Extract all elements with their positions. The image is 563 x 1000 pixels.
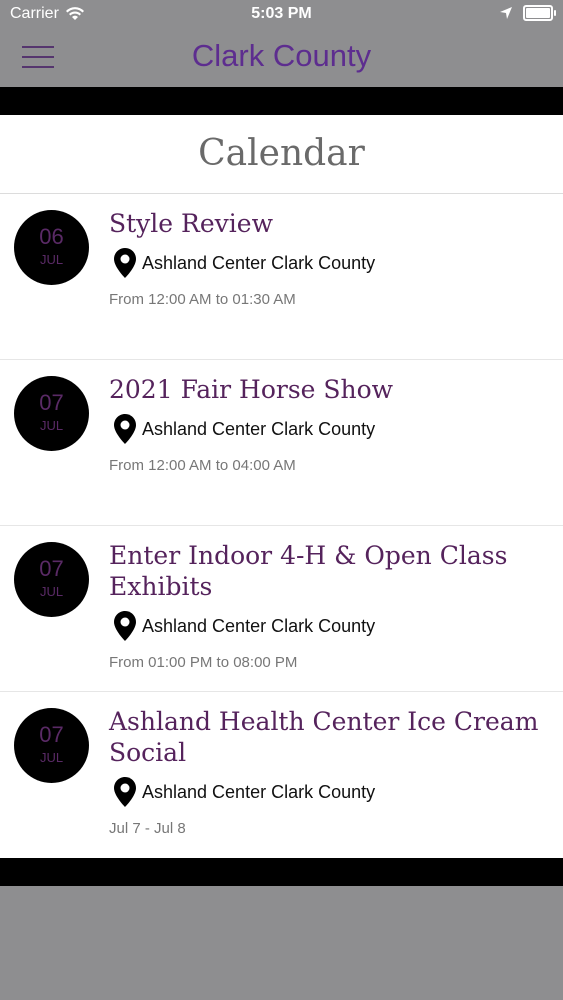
event-day: 06: [39, 224, 64, 249]
event-month: JUL: [39, 418, 64, 433]
event-list-item[interactable]: 07 JUL Ashland Health Center Ice Cream S…: [0, 692, 563, 857]
event-title: Ashland Health Center Ice Cream Social: [109, 707, 539, 767]
battery-icon: [523, 5, 556, 21]
event-location-label: Ashland Center Clark County: [142, 781, 376, 802]
event-location-label: Ashland Center Clark County: [142, 418, 376, 439]
event-month: JUL: [39, 584, 64, 599]
map-pin-icon: [114, 248, 136, 278]
event-location: Ashland Center Clark County: [114, 611, 375, 641]
event-title: 2021 Fair Horse Show: [109, 375, 394, 404]
event-time: From 01:00 PM to 08:00 PM: [109, 654, 298, 671]
navigation-bar: Clark County: [0, 30, 563, 87]
event-location-label: Ashland Center Clark County: [142, 252, 376, 273]
event-location: Ashland Center Clark County: [114, 777, 375, 807]
app-title: Clark County: [191, 38, 372, 73]
event-title: Style Review: [109, 209, 273, 238]
event-location: Ashland Center Clark County: [114, 248, 375, 278]
top-divider-band: [0, 87, 563, 115]
map-pin-icon: [114, 777, 136, 807]
calendar-panel: Calendar 06 JUL Style Review Ashland Cen…: [0, 115, 563, 858]
bottom-divider-band: [0, 858, 563, 886]
event-location-label: Ashland Center Clark County: [142, 615, 376, 636]
event-day: 07: [39, 556, 64, 581]
status-right-group: [499, 5, 556, 21]
event-month: JUL: [39, 750, 64, 765]
location-arrow-icon: [500, 7, 512, 19]
map-pin-icon: [114, 414, 136, 444]
event-time: From 12:00 AM to 04:00 AM: [109, 457, 296, 474]
map-pin-icon: [114, 611, 136, 641]
event-time: Jul 7 - Jul 8: [109, 820, 186, 837]
event-day: 07: [39, 722, 64, 747]
event-title: Enter Indoor 4-H & Open Class Exhibits: [109, 541, 508, 601]
event-day: 07: [39, 390, 64, 415]
status-bar: Carrier 5:03 PM: [0, 0, 563, 30]
event-date-badge: 07 JUL: [14, 542, 89, 617]
event-date-badge: 06 JUL: [14, 210, 89, 285]
event-time: From 12:00 AM to 01:30 AM: [109, 291, 296, 308]
event-date-badge: 07 JUL: [14, 708, 89, 783]
event-month: JUL: [39, 252, 64, 267]
event-location: Ashland Center Clark County: [114, 414, 375, 444]
event-date-badge: 07 JUL: [14, 376, 89, 451]
event-list-item[interactable]: 06 JUL Style Review Ashland Center Clark…: [0, 194, 563, 360]
page-title: Calendar: [0, 115, 563, 194]
event-list-item[interactable]: 07 JUL Enter Indoor 4-H & Open Class Exh…: [0, 526, 563, 692]
event-list-item[interactable]: 07 JUL 2021 Fair Horse Show Ashland Cent…: [0, 360, 563, 526]
status-time: 5:03 PM: [251, 5, 312, 22]
